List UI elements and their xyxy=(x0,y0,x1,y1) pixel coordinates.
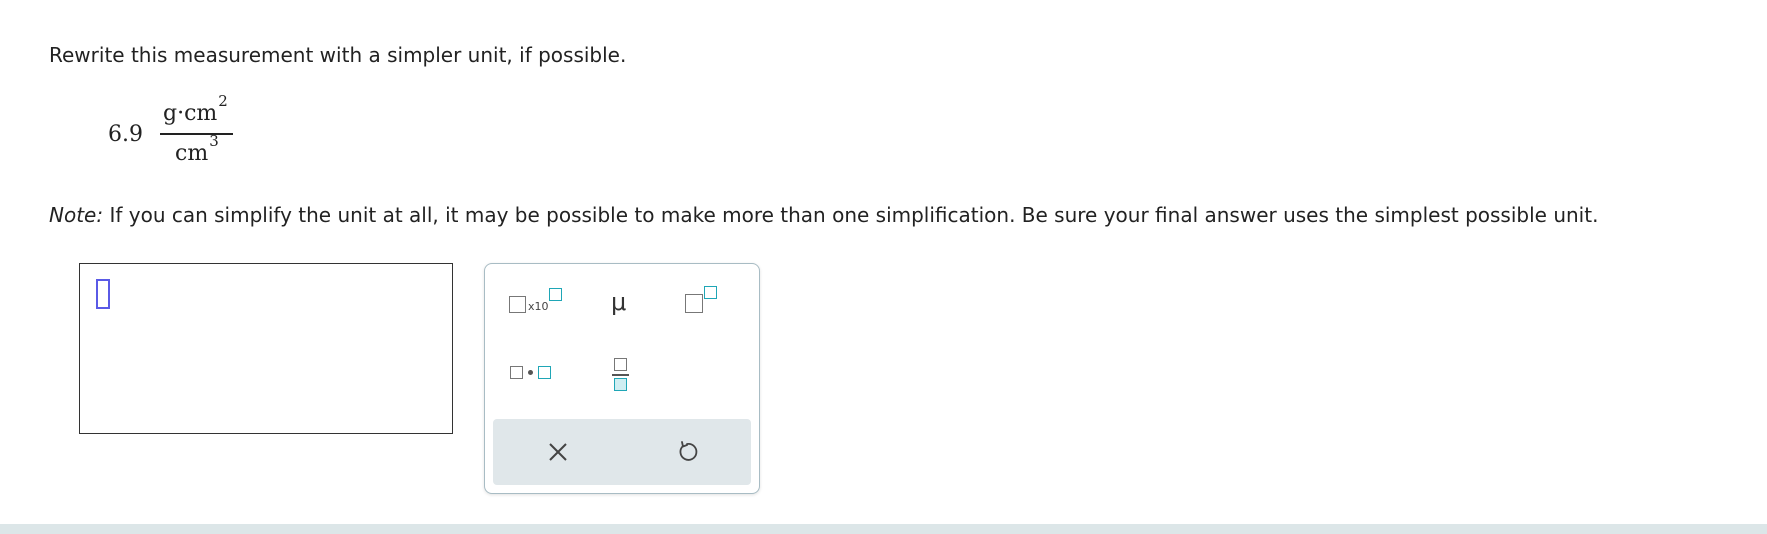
bottom-divider xyxy=(0,524,1767,534)
answer-input[interactable] xyxy=(79,263,453,434)
unit-numerator: g·cm2 xyxy=(163,92,228,127)
fraction-bar xyxy=(160,133,233,135)
undo-icon xyxy=(679,441,697,461)
denominator-units: cm xyxy=(175,141,209,166)
superscript-button[interactable] xyxy=(671,274,743,328)
mu-button[interactable]: μ xyxy=(585,274,657,328)
mu-symbol-icon: μ xyxy=(611,288,627,316)
note-body: If you can simplify the unit at all, it … xyxy=(103,203,1599,227)
x10-label: x10 xyxy=(528,300,549,313)
question-prompt: Rewrite this measurement with a simpler … xyxy=(49,43,627,67)
multiply-button[interactable] xyxy=(499,344,571,398)
note-text: Note: If you can simplify the unit at al… xyxy=(49,202,1598,228)
clear-button[interactable] xyxy=(493,419,622,485)
scientific-notation-button[interactable]: x10 xyxy=(499,274,571,328)
unit-denominator: cm3 xyxy=(175,132,219,167)
fraction-button[interactable] xyxy=(585,344,657,398)
reset-button[interactable] xyxy=(622,419,751,485)
math-palette: x10 μ xyxy=(484,263,760,494)
note-label: Note: xyxy=(49,203,104,227)
numerator-exponent: 2 xyxy=(218,92,228,110)
close-icon xyxy=(548,443,567,461)
palette-action-bar xyxy=(493,419,751,485)
answer-cursor-placeholder[interactable] xyxy=(96,279,110,309)
denominator-exponent: 3 xyxy=(209,132,219,150)
unit-fraction: g·cm2 cm3 xyxy=(152,92,334,174)
numerator-units: g·cm xyxy=(163,101,218,126)
measurement-coefficient: 6.9 xyxy=(108,122,143,147)
